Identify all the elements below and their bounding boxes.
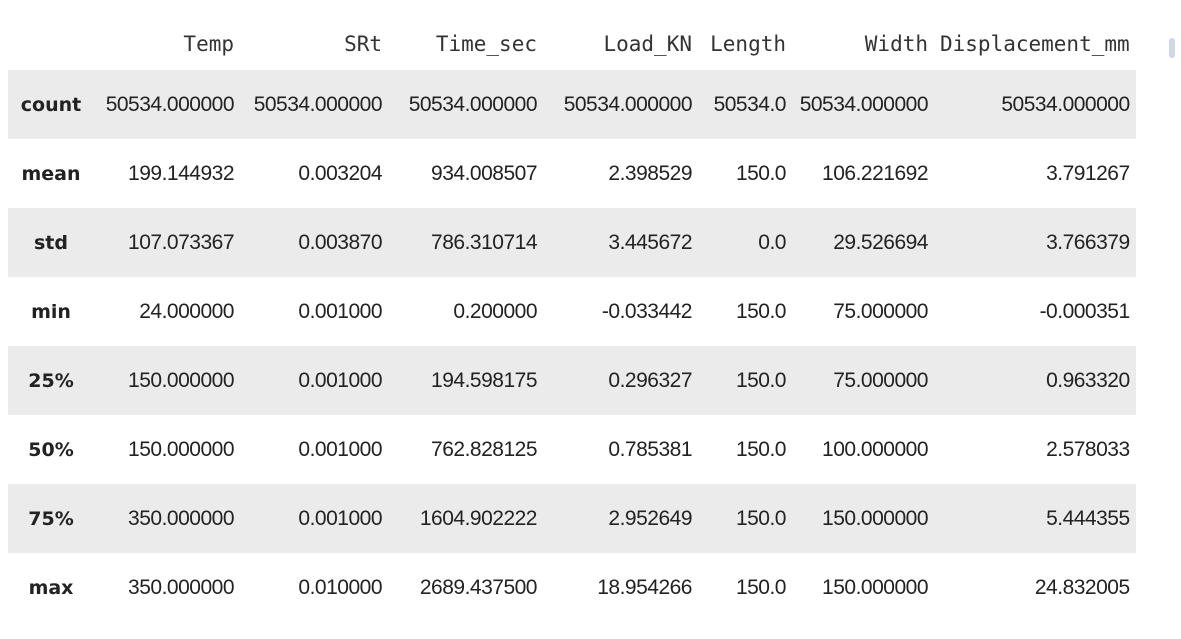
table-cell: 107.073367	[128, 230, 234, 254]
row-label: min	[31, 300, 71, 323]
row-label: mean	[21, 162, 81, 185]
table-row: 25% 150.000000 0.001000 194.598175 0.296…	[8, 346, 1136, 415]
table-cell: 150.0	[735, 368, 787, 392]
table-cell: 24.000000	[139, 299, 234, 323]
table-cell: 2.398529	[608, 161, 692, 185]
table-cell: 786.310714	[431, 230, 537, 254]
table-cell: 194.598175	[431, 368, 537, 392]
table-cell: 50534.000000	[1001, 92, 1130, 116]
table-cell: 0.0	[758, 230, 786, 254]
header-srt: SRt	[344, 32, 382, 56]
table-cell: 150.000000	[128, 437, 234, 461]
table-cell: 24.832005	[1034, 575, 1130, 599]
table-row: min 24.000000 0.001000 0.200000 -0.03344…	[8, 277, 1136, 346]
table-cell: 18.954266	[597, 575, 692, 599]
table-cell: 0.010000	[298, 575, 382, 599]
row-label: 25%	[28, 369, 74, 392]
table-cell: 0.001000	[298, 368, 382, 392]
table-cell: 3.445672	[608, 230, 692, 254]
table-row: 50% 150.000000 0.001000 762.828125 0.785…	[8, 415, 1136, 484]
table-cell: 75.000000	[833, 368, 928, 392]
table-cell: 150.000000	[822, 506, 928, 530]
table-cell: 762.828125	[431, 437, 537, 461]
table-cell: 0.003870	[298, 230, 382, 254]
table-row: std 107.073367 0.003870 786.310714 3.445…	[8, 208, 1136, 277]
table-cell: 0.785381	[608, 437, 692, 461]
row-label: max	[28, 576, 74, 599]
table-cell: 150.0	[735, 437, 787, 461]
table-cell: 150.0	[735, 161, 787, 185]
table-cell: 75.000000	[833, 299, 928, 323]
table-cell: 50534.000000	[408, 92, 538, 116]
table-cell: 50534.000000	[799, 92, 929, 116]
table-body: count 50534.000000 50534.000000 50534.00…	[8, 70, 1136, 622]
table-cell: 2.578033	[1046, 437, 1130, 461]
table-cell: 199.144932	[128, 161, 234, 185]
header-load-kn: Load_KN	[603, 32, 692, 56]
row-label: std	[34, 231, 68, 254]
table-cell: 150.000000	[822, 575, 928, 599]
header-row: Temp SRt Time_sec Load_KN Length Width D…	[8, 18, 1136, 70]
table-cell: 150.0	[735, 575, 787, 599]
table-cell: -0.000351	[1039, 299, 1131, 323]
table-cell: 350.000000	[128, 506, 234, 530]
table-cell: 0.296327	[608, 368, 692, 392]
table-cell: 0.003204	[298, 161, 382, 185]
row-label: 75%	[28, 507, 74, 530]
table-row: 75% 350.000000 0.001000 1604.902222 2.95…	[8, 484, 1136, 553]
table-cell: 100.000000	[822, 437, 928, 461]
table-cell: 934.008507	[431, 161, 537, 185]
table-row: max 350.000000 0.010000 2689.437500 18.9…	[8, 553, 1136, 622]
row-label: 50%	[28, 438, 74, 461]
scroll-edge-indicator	[1169, 38, 1175, 58]
table-cell: 3.791267	[1046, 161, 1130, 185]
header-temp: Temp	[183, 32, 234, 56]
table-cell: 0.200000	[453, 299, 537, 323]
table-cell: 50534.000000	[563, 92, 693, 116]
header-width: Width	[864, 32, 928, 56]
table-cell: 0.963320	[1046, 368, 1130, 392]
header-index	[8, 18, 94, 70]
header-displacement-mm: Displacement_mm	[940, 32, 1130, 56]
table-cell: 5.444355	[1046, 506, 1130, 530]
table-cell: 350.000000	[128, 575, 234, 599]
table-cell: 50534.000000	[105, 92, 235, 116]
table-cell: 2.952649	[608, 506, 692, 530]
table-cell: 3.766379	[1046, 230, 1130, 254]
table-header: Temp SRt Time_sec Load_KN Length Width D…	[8, 18, 1136, 70]
table-cell: 50534.000000	[253, 92, 383, 116]
table-cell: 106.221692	[822, 161, 928, 185]
table-row: count 50534.000000 50534.000000 50534.00…	[8, 70, 1136, 139]
header-length: Length	[710, 32, 786, 56]
table-cell: 2689.437500	[419, 575, 538, 599]
table-cell: 50534.0	[713, 92, 787, 116]
table-cell: 0.001000	[298, 506, 382, 530]
table-cell: 29.526694	[833, 230, 928, 254]
describe-table: Temp SRt Time_sec Load_KN Length Width D…	[8, 18, 1136, 622]
table-cell: 150.000000	[128, 368, 234, 392]
table-cell: -0.033442	[601, 299, 693, 323]
header-time-sec: Time_sec	[435, 32, 537, 56]
table-cell: 150.0	[735, 299, 787, 323]
table-cell: 0.001000	[298, 299, 382, 323]
table-row: mean 199.144932 0.003204 934.008507 2.39…	[8, 139, 1136, 208]
table-cell: 150.0	[735, 506, 787, 530]
describe-output: Temp SRt Time_sec Load_KN Length Width D…	[8, 18, 1136, 622]
table-cell: 1604.902222	[419, 506, 538, 530]
table-cell: 0.001000	[298, 437, 382, 461]
row-label: count	[20, 93, 82, 116]
